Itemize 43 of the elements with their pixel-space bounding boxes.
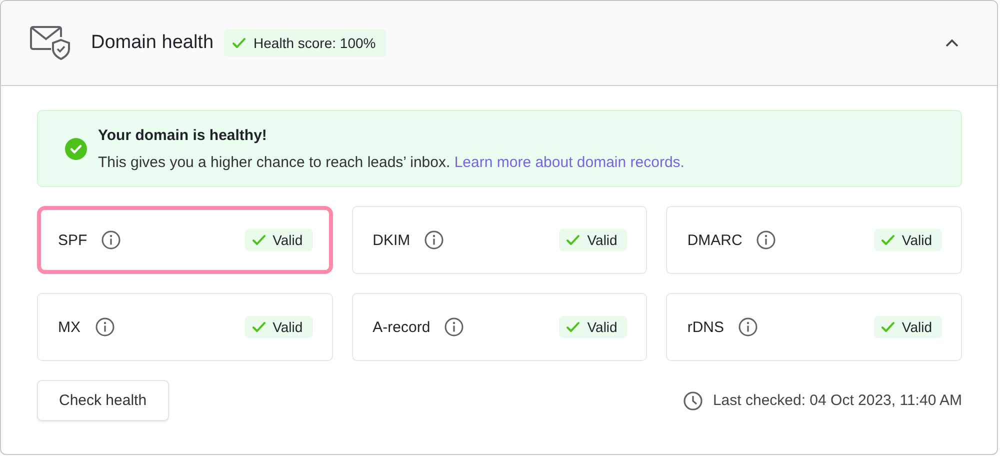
- panel-header[interactable]: Domain health Health score: 100%: [1, 1, 997, 86]
- clock-icon: [682, 390, 703, 410]
- check-icon: [880, 319, 896, 335]
- envelope-shield-icon: [29, 25, 71, 61]
- valid-badge: Valid: [559, 229, 628, 251]
- valid-badge: Valid: [874, 316, 942, 338]
- check-circle-icon: [65, 138, 87, 160]
- check-icon: [880, 232, 896, 248]
- last-checked-text: Last checked: 04 Oct 2023, 11:40 AM: [712, 392, 962, 409]
- info-icon[interactable]: [444, 317, 464, 337]
- chevron-up-icon[interactable]: [945, 38, 959, 48]
- info-icon[interactable]: [424, 230, 444, 250]
- check-icon: [230, 35, 247, 51]
- banner-title: Your domain is healthy!: [98, 126, 268, 144]
- check-icon: [565, 319, 582, 335]
- info-icon[interactable]: [101, 230, 122, 250]
- record-name: SPF: [58, 232, 88, 248]
- banner-text: This gives you a higher chance to reach leads’ inbox. Learn more about domain records.: [98, 154, 684, 170]
- record-name: DKIM: [372, 232, 410, 248]
- info-icon[interactable]: [738, 317, 758, 337]
- domain-records-link[interactable]: Learn more about domain records.: [454, 154, 684, 170]
- record-card[interactable]: MX Valid: [37, 293, 333, 361]
- record-card[interactable]: DMARC Valid: [666, 206, 962, 274]
- check-icon: [565, 232, 582, 248]
- record-name: A-record: [372, 318, 430, 336]
- info-icon[interactable]: [94, 317, 114, 337]
- record-card[interactable]: A-record Valid: [352, 293, 648, 361]
- valid-badge: Valid: [244, 316, 313, 338]
- health-score-badge: Health score: 100%: [224, 29, 386, 57]
- record-name: rDNS: [687, 318, 724, 336]
- valid-badge: Valid: [559, 316, 628, 338]
- record-name: MX: [58, 318, 80, 336]
- record-card[interactable]: SPF Valid: [37, 206, 333, 274]
- record-card[interactable]: DKIM Valid: [352, 206, 648, 274]
- check-icon: [250, 232, 267, 248]
- valid-badge: Valid: [244, 229, 313, 251]
- valid-badge: Valid: [874, 229, 942, 251]
- record-name: DMARC: [687, 232, 742, 248]
- panel-title: Domain health: [91, 32, 214, 54]
- check-icon: [250, 319, 267, 335]
- info-icon[interactable]: [756, 230, 776, 250]
- record-card[interactable]: rDNS Valid: [666, 293, 962, 361]
- check-health-button[interactable]: Check health: [37, 380, 169, 421]
